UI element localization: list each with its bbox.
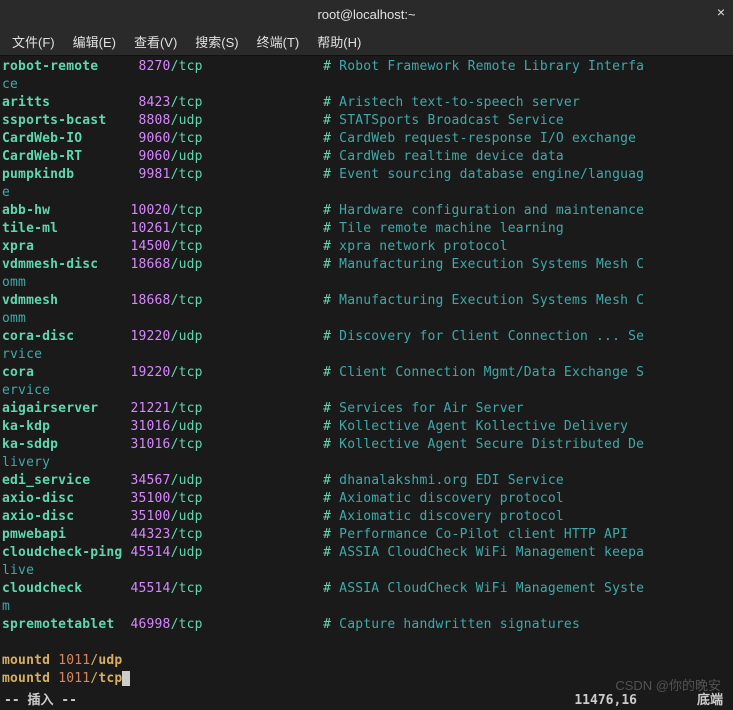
service-row-wrap: omm: [2, 274, 731, 292]
menu-help[interactable]: 帮助(H): [309, 28, 369, 55]
service-row: spremotetablet 46998/tcp # Capture handw…: [2, 616, 731, 634]
titlebar: root@localhost:~ ×: [0, 0, 733, 28]
service-row: cloudcheck 45514/tcp # ASSIA CloudCheck …: [2, 580, 731, 598]
service-row: cora-disc 19220/udp # Discovery for Clie…: [2, 328, 731, 346]
menu-file[interactable]: 文件(F): [4, 28, 63, 55]
service-row: ssports-bcast 8808/udp # STATSports Broa…: [2, 112, 731, 130]
service-row: axio-disc 35100/udp # Axiomatic discover…: [2, 508, 731, 526]
service-row: vdmmesh 18668/tcp # Manufacturing Execut…: [2, 292, 731, 310]
menu-search[interactable]: 搜索(S): [187, 28, 246, 55]
vim-statusline: -- 插入 -- 11476,16 底端: [0, 692, 733, 710]
service-row-wrap: omm: [2, 310, 731, 328]
service-row: aigairserver 21221/tcp # Services for Ai…: [2, 400, 731, 418]
service-row-wrap: ce: [2, 76, 731, 94]
vim-percent: 底端: [697, 692, 723, 710]
vim-mode: -- 插入 --: [4, 692, 77, 710]
service-row-wrap: m: [2, 598, 731, 616]
service-row: CardWeb-RT 9060/udp # CardWeb realtime d…: [2, 148, 731, 166]
service-row: robot-remote 8270/tcp # Robot Framework …: [2, 58, 731, 76]
window-title: root@localhost:~: [317, 7, 415, 22]
service-row: xpra 14500/tcp # xpra network protocol: [2, 238, 731, 256]
service-row: vdmmesh-disc 18668/udp # Manufacturing E…: [2, 256, 731, 274]
text-cursor: [122, 671, 130, 686]
service-row: axio-disc 35100/tcp # Axiomatic discover…: [2, 490, 731, 508]
service-row: pumpkindb 9981/tcp # Event sourcing data…: [2, 166, 731, 184]
service-row: pmwebapi 44323/tcp # Performance Co-Pilo…: [2, 526, 731, 544]
service-row: tile-ml 10261/tcp # Tile remote machine …: [2, 220, 731, 238]
terminal-output[interactable]: robot-remote 8270/tcp # Robot Framework …: [0, 56, 733, 690]
service-row: ka-sddp 31016/tcp # Kollective Agent Sec…: [2, 436, 731, 454]
service-row-wrap: live: [2, 562, 731, 580]
service-row: aritts 8423/tcp # Aristech text-to-speec…: [2, 94, 731, 112]
service-row-wrap: livery: [2, 454, 731, 472]
service-row: ka-kdp 31016/udp # Kollective Agent Koll…: [2, 418, 731, 436]
inserted-line: mountd 1011/udp: [2, 652, 731, 670]
close-icon[interactable]: ×: [717, 4, 725, 20]
menu-view[interactable]: 查看(V): [126, 28, 185, 55]
service-row: CardWeb-IO 9060/tcp # CardWeb request-re…: [2, 130, 731, 148]
service-row: cora 19220/tcp # Client Connection Mgmt/…: [2, 364, 731, 382]
service-row-wrap: ervice: [2, 382, 731, 400]
vim-position: 11476,16: [574, 692, 637, 710]
service-row: edi_service 34567/udp # dhanalakshmi.org…: [2, 472, 731, 490]
menu-edit[interactable]: 编辑(E): [65, 28, 124, 55]
menu-terminal[interactable]: 终端(T): [249, 28, 308, 55]
menubar: 文件(F) 编辑(E) 查看(V) 搜索(S) 终端(T) 帮助(H): [0, 28, 733, 56]
service-row-wrap: e: [2, 184, 731, 202]
service-row: abb-hw 10020/tcp # Hardware configuratio…: [2, 202, 731, 220]
service-row-wrap: rvice: [2, 346, 731, 364]
service-row: cloudcheck-ping 45514/udp # ASSIA CloudC…: [2, 544, 731, 562]
